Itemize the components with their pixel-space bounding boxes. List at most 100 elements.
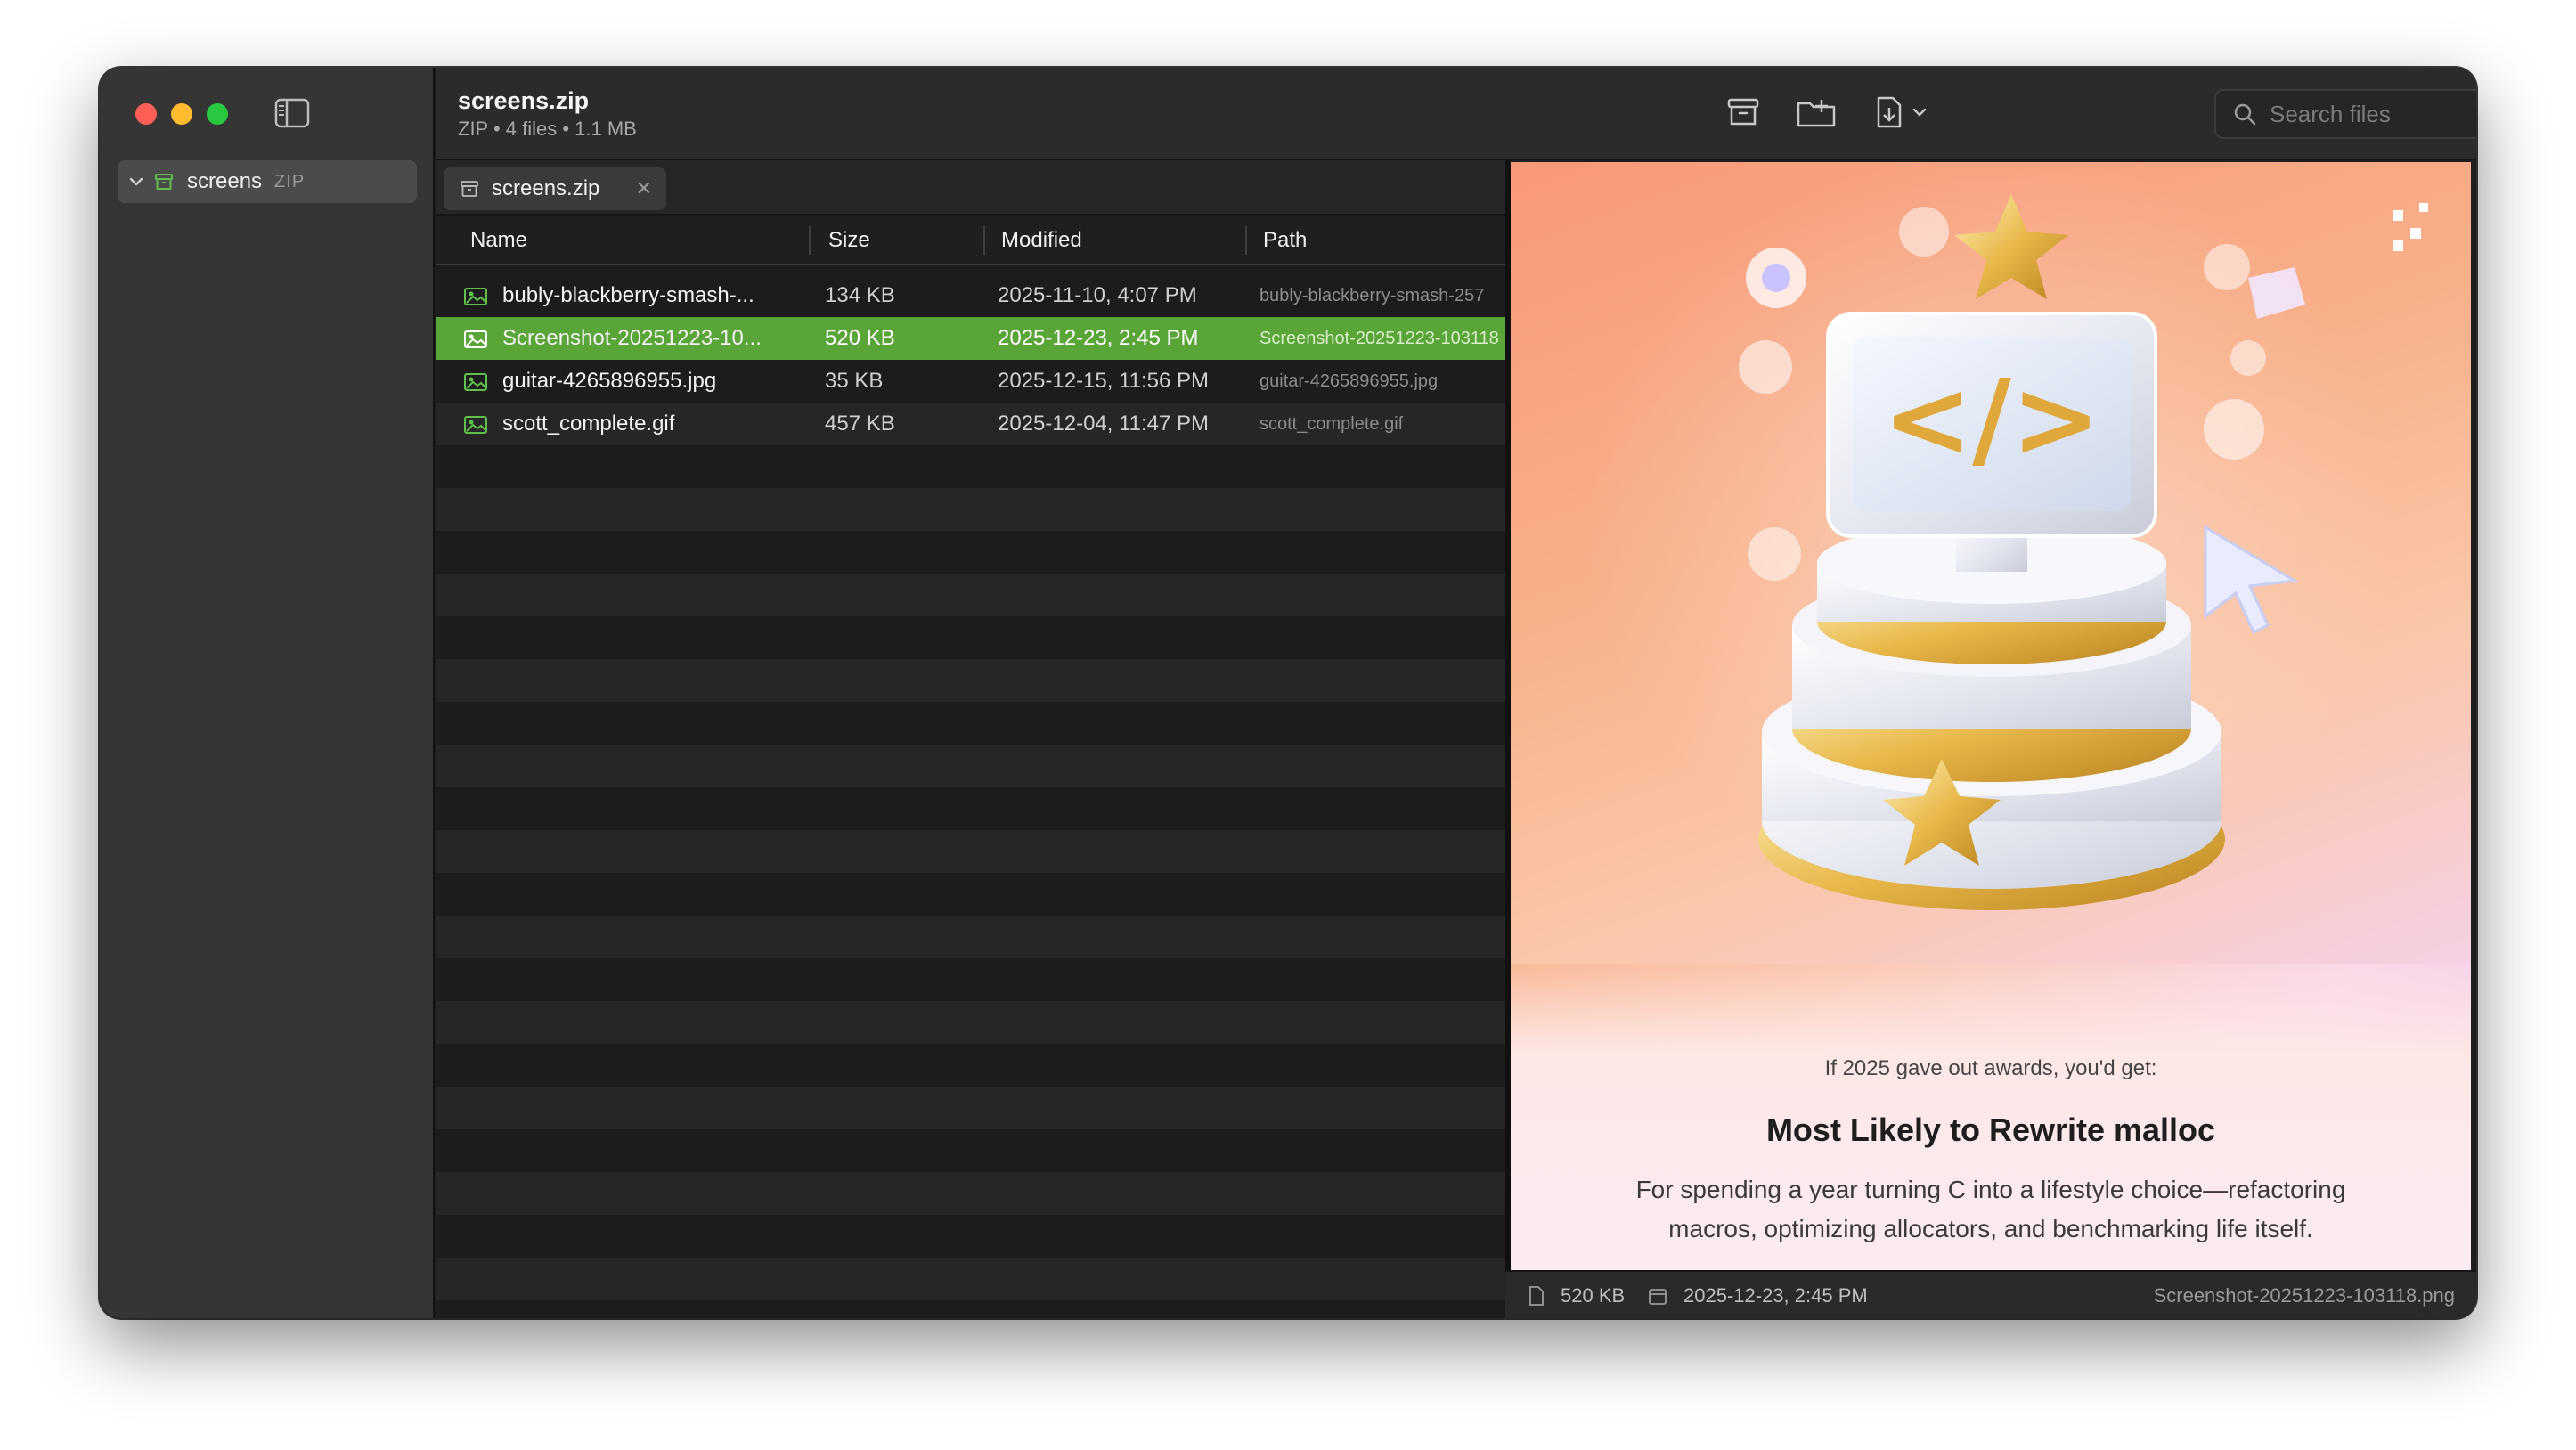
extract-menu-button[interactable] [1874, 93, 1929, 132]
table-stripe [436, 787, 1505, 830]
column-resize-handle[interactable] [1245, 226, 1247, 255]
table-body: bubly-blackberry-smash-... 134 KB 2025-11-… [436, 267, 1505, 1318]
table-row[interactable]: guitar-4265896955.jpg 35 KB 2025-12-15, 11… [436, 360, 1505, 403]
column-resize-handle[interactable] [983, 226, 985, 255]
close-tab-icon[interactable]: ✕ [636, 177, 652, 200]
preview-kicker-text: If 2025 gave out awards, you'd get: [1824, 1056, 2157, 1080]
table-stripe [436, 531, 1505, 574]
status-filename: Screenshot-20251223-103118.png [2153, 1284, 2455, 1307]
sidebar-item-screens[interactable]: screens ZIP [118, 160, 417, 203]
table-stripe [436, 1300, 1505, 1318]
file-modified: 2025-12-04, 11:47 PM [998, 411, 1210, 436]
table-stripe [436, 958, 1505, 1001]
file-name: bubly-blackberry-smash-... [502, 283, 754, 307]
search-input[interactable] [2270, 100, 2476, 128]
file-path: bubly-blackberry-smash-257 [1259, 286, 1485, 305]
file-size: 520 KB [825, 326, 895, 350]
trophy-illustration: </> [1739, 194, 2428, 910]
archive-icon [461, 181, 478, 197]
table-row[interactable]: scott_complete.gif 457 KB 2025-12-04, 11:4… [436, 403, 1505, 445]
table-stripe [436, 659, 1505, 702]
tab-screens-zip[interactable]: screens.zip ✕ [444, 167, 666, 210]
table-stripe [436, 745, 1505, 787]
status-size-text: 520 KB [1561, 1284, 1626, 1307]
app-window: screens ZIP screens.zip ZIP • 4 files • … [100, 68, 2476, 1318]
minimize-window-button[interactable] [171, 103, 192, 125]
table-stripe [436, 830, 1505, 873]
tab-bar: screens.zip ✕ [436, 160, 1505, 216]
table-stripe [436, 1087, 1505, 1129]
table-stripe [436, 702, 1505, 745]
table-stripe [436, 1258, 1505, 1300]
tab-label: screens.zip [492, 176, 600, 200]
table-stripe [436, 574, 1505, 616]
calendar-icon [1649, 1289, 1667, 1305]
table-stripe [436, 1044, 1505, 1087]
status-bar: 520 KB 2025-12-23, 2:45 PM Screenshot-20… [1505, 1270, 2476, 1318]
column-header-name[interactable]: Name [470, 216, 527, 265]
search-box[interactable] [2214, 89, 2476, 139]
file-path: Screenshot-20251223-103118 [1259, 329, 1499, 348]
file-modified: 2025-12-15, 11:56 PM [998, 369, 1210, 393]
table-header: Name Size Modified Path [436, 216, 1505, 265]
table-stripe [436, 873, 1505, 916]
table-stripe [436, 1001, 1505, 1044]
file-size: 35 KB [825, 369, 884, 393]
column-header-modified[interactable]: Modified [1001, 216, 1082, 265]
sidebar-toggle-button[interactable] [274, 98, 310, 128]
archive-button[interactable] [1726, 93, 1760, 132]
sidebar-item-label: screens [187, 169, 263, 193]
search-icon [2234, 103, 2256, 126]
archive-summary: ZIP • 4 files • 1.1 MB [458, 118, 637, 140]
folder-plus-icon [1797, 100, 1836, 127]
status-file-size: 520 KB [1528, 1272, 1625, 1318]
zoom-window-button[interactable] [207, 103, 228, 125]
archive-type-badge: ZIP [274, 171, 306, 191]
table-row[interactable]: Screenshot-20251223-10... 520 KB 2025-12-2… [436, 317, 1505, 360]
file-size: 134 KB [825, 283, 895, 307]
traffic-lights [135, 103, 228, 125]
image-file-icon [464, 373, 487, 391]
new-folder-button[interactable] [1796, 93, 1837, 132]
archive-icon [155, 174, 173, 190]
column-resize-handle[interactable] [809, 226, 811, 255]
table-stripe [436, 488, 1505, 531]
table-row[interactable]: bubly-blackberry-smash-... 134 KB 2025-11-… [436, 274, 1505, 317]
status-modified: 2025-12-23, 2:45 PM [1648, 1272, 1868, 1318]
image-file-icon [464, 288, 487, 305]
sidebar-toggle-icon [274, 98, 310, 128]
preview-award-title: Most Likely to Rewrite malloc [1765, 1112, 2216, 1148]
table-stripe [436, 1215, 1505, 1258]
close-window-button[interactable] [135, 103, 157, 125]
file-name: guitar-4265896955.jpg [502, 369, 717, 393]
image-preview: </> If 2025 gave out awards, you'd get: … [1511, 162, 2471, 1270]
file-modified: 2025-11-10, 4:07 PM [998, 283, 1197, 307]
table-stripe [436, 1172, 1505, 1215]
table-stripe [436, 916, 1505, 958]
preview-description: For spending a year turning C into a lif… [1635, 1176, 2346, 1242]
image-file-icon [464, 416, 487, 434]
file-modified: 2025-12-23, 2:45 PM [998, 326, 1199, 350]
table-stripe [436, 616, 1505, 659]
column-header-path[interactable]: Path [1263, 216, 1307, 265]
column-header-size[interactable]: Size [828, 216, 870, 265]
file-name: scott_complete.gif [502, 411, 675, 436]
archive-box-icon [1727, 98, 1759, 126]
chevron-down-icon [1912, 108, 1927, 117]
file-path: scott_complete.gif [1259, 414, 1404, 434]
image-file-icon [464, 330, 487, 348]
sidebar: screens ZIP [100, 68, 435, 1318]
chevron-down-icon[interactable] [126, 172, 146, 191]
file-download-icon [1877, 96, 1902, 128]
code-glyph: </> [1883, 358, 2101, 482]
status-modified-text: 2025-12-23, 2:45 PM [1683, 1284, 1868, 1307]
file-size: 457 KB [825, 411, 895, 436]
table-stripe [436, 445, 1505, 488]
file-name: Screenshot-20251223-10... [502, 326, 762, 350]
table-stripe [436, 1129, 1505, 1172]
file-icon [1529, 1286, 1544, 1306]
toolbar: screens.zip ZIP • 4 files • 1.1 MB [436, 68, 2476, 160]
archive-title: screens.zip [458, 87, 590, 114]
file-path: guitar-4265896955.jpg [1259, 371, 1439, 391]
file-table: Name Size Modified Path bubly-blackberry… [436, 216, 1505, 1318]
